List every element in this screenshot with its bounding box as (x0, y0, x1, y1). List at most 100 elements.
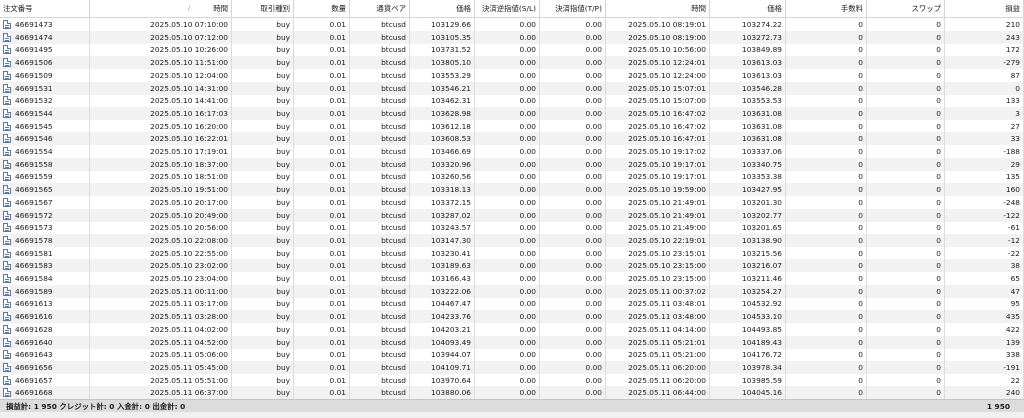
cell-commission: 0 (786, 322, 867, 336)
cell-swap: 0 (867, 208, 945, 222)
cell-profit: 338 (945, 348, 1024, 362)
cell-symbol: btcusd (350, 183, 410, 197)
cell-price_close: 103985.59 (710, 373, 786, 387)
cell-commission: 0 (786, 132, 867, 146)
table-row[interactable]: 46691572 2025.05.10 20:49:00 buy 0.01 btcusd… (0, 208, 1024, 222)
cell-type: buy (232, 145, 294, 158)
order-number: 46691668 (15, 388, 53, 398)
cell-time_close: 2025.05.10 23:15:00 (606, 272, 710, 285)
table-row[interactable]: 46691506 2025.05.10 11:51:00 buy 0.01 btcusd… (0, 56, 1024, 70)
column-header-commission[interactable]: 手数料 (786, 0, 867, 17)
table-row[interactable]: 46691584 2025.05.10 23:04:00 buy 0.01 btcusd… (0, 272, 1024, 285)
cell-commission: 0 (786, 297, 867, 311)
cell-volume: 0.01 (294, 246, 350, 260)
table-row[interactable]: 46691581 2025.05.10 22:55:00 buy 0.01 btcusd… (0, 246, 1024, 260)
document-icon (3, 159, 11, 169)
cell-swap: 0 (867, 297, 945, 311)
column-header-price_close[interactable]: 価格 (710, 0, 786, 17)
table-row[interactable]: 46691473 2025.05.10 07:10:00 buy 0.01 btcusd… (0, 18, 1024, 31)
table-row[interactable]: 46691657 2025.05.11 05:51:00 buy 0.01 btcusd… (0, 373, 1024, 387)
table-row[interactable]: 46691474 2025.05.10 07:12:00 buy 0.01 btcusd… (0, 30, 1024, 44)
cell-profit: 240 (945, 386, 1024, 399)
cell-volume: 0.01 (294, 322, 350, 336)
cell-tp: 0.00 (540, 106, 606, 120)
cell-volume: 0.01 (294, 310, 350, 324)
table-row[interactable]: 46691668 2025.05.11 06:37:00 buy 0.01 btcusd… (0, 386, 1024, 399)
table-row[interactable]: 46691495 2025.05.10 10:26:00 buy 0.01 btcusd… (0, 43, 1024, 57)
column-header-time_close[interactable]: 時間 (606, 0, 710, 17)
cell-tp: 0.00 (540, 81, 606, 95)
document-icon (3, 375, 11, 385)
table-row[interactable]: 46691589 2025.05.11 00:11:00 buy 0.01 btcusd… (0, 284, 1024, 298)
table-row[interactable]: 46691643 2025.05.11 05:06:00 buy 0.01 btcusd… (0, 348, 1024, 362)
column-header-type[interactable]: 取引種別 (232, 0, 294, 17)
cell-price_open: 103731.52 (410, 43, 475, 57)
cell-commission: 0 (786, 94, 867, 108)
cell-tp: 0.00 (540, 297, 606, 311)
cell-time_close: 2025.05.10 22:19:01 (606, 233, 710, 247)
table-row[interactable]: 46691640 2025.05.11 04:52:00 buy 0.01 btcusd… (0, 335, 1024, 349)
cell-symbol: btcusd (350, 30, 410, 44)
cell-sl: 0.00 (475, 233, 540, 247)
cell-symbol: btcusd (350, 335, 410, 349)
cell-tp: 0.00 (540, 386, 606, 399)
cell-swap: 0 (867, 132, 945, 146)
column-header-sl[interactable]: 決済逆指値(S/L) (475, 0, 540, 17)
table-row[interactable]: 46691532 2025.05.10 14:41:00 buy 0.01 btcusd… (0, 94, 1024, 108)
column-header-order[interactable]: 注文番号 (0, 0, 90, 17)
table-row[interactable]: 46691558 2025.05.10 18:37:00 buy 0.01 btcusd… (0, 157, 1024, 171)
column-header-tp[interactable]: 決済指値(T/P) (540, 0, 606, 17)
cell-time_close: 2025.05.10 19:17:01 (606, 157, 710, 171)
cell-swap: 0 (867, 43, 945, 57)
cell-volume: 0.01 (294, 94, 350, 108)
table-row[interactable]: 46691613 2025.05.11 03:17:00 buy 0.01 btcusd… (0, 297, 1024, 311)
column-header-price_open[interactable]: 価格 (410, 0, 475, 17)
column-header-profit[interactable]: 損益 (945, 0, 1024, 17)
column-header-volume[interactable]: 数量 (294, 0, 350, 17)
cell-symbol: btcusd (350, 297, 410, 311)
order-number: 46691554 (15, 147, 53, 156)
table-row[interactable]: 46691583 2025.05.10 23:02:00 buy 0.01 btcusd… (0, 259, 1024, 273)
table-row[interactable]: 46691628 2025.05.11 04:02:00 buy 0.01 btcusd… (0, 322, 1024, 336)
cell-symbol: btcusd (350, 145, 410, 158)
cell-price_close: 103337.06 (710, 145, 786, 158)
history-table[interactable]: 注文番号 時間 取引種別 数量 通貨ペア 価格 決済逆指値(S/L) 決済指値(T/P) 時間価… (0, 0, 1024, 399)
table-row[interactable]: 46691554 2025.05.10 17:19:01 buy 0.01 btcusd… (0, 145, 1024, 158)
order-number: 46691565 (15, 185, 53, 195)
cell-time_open: 2025.05.10 17:19:01 (90, 145, 232, 158)
table-row[interactable]: 46691565 2025.05.10 19:51:00 buy 0.01 btcusd… (0, 183, 1024, 197)
table-row[interactable]: 46691616 2025.05.11 03:28:00 buy 0.01 btcusd… (0, 310, 1024, 324)
order-number: 46691473 (15, 20, 53, 29)
cell-time_close: 2025.05.10 12:24:01 (606, 56, 710, 70)
horizontal-scrollbar[interactable] (0, 412, 1024, 418)
cell-sl: 0.00 (475, 68, 540, 82)
table-row[interactable]: 46691531 2025.05.10 14:31:00 buy 0.01 btcusd… (0, 81, 1024, 95)
table-row[interactable]: 46691559 2025.05.10 18:51:00 buy 0.01 btcusd… (0, 170, 1024, 184)
cell-symbol: btcusd (350, 233, 410, 247)
column-header-symbol[interactable]: 通貨ペア (350, 0, 410, 17)
cell-type: buy (232, 208, 294, 222)
cell-type: buy (232, 297, 294, 311)
cell-profit: 65 (945, 272, 1024, 285)
cell-tp: 0.00 (540, 259, 606, 273)
table-row[interactable]: 46691578 2025.05.10 22:08:00 buy 0.01 btcusd… (0, 233, 1024, 247)
cell-tp: 0.00 (540, 119, 606, 133)
table-row[interactable]: 46691545 2025.05.10 16:20:00 buy 0.01 btcusd… (0, 119, 1024, 133)
table-row[interactable]: 46691544 2025.05.10 16:17:03 buy 0.01 btcusd… (0, 106, 1024, 120)
cell-commission: 0 (786, 18, 867, 31)
table-row[interactable]: 46691567 2025.05.10 20:17:00 buy 0.01 btcusd… (0, 195, 1024, 209)
cell-sl: 0.00 (475, 195, 540, 209)
table-row[interactable]: 46691656 2025.05.11 05:45:00 buy 0.01 btcusd… (0, 360, 1024, 374)
column-header-time_open[interactable]: 時間 (90, 0, 232, 17)
table-row[interactable]: 46691509 2025.05.10 12:04:00 buy 0.01 btcusd… (0, 68, 1024, 82)
cell-price_close: 103340.75 (710, 157, 786, 171)
cell-profit: -61 (945, 221, 1024, 235)
table-row[interactable]: 46691573 2025.05.10 20:56:00 buy 0.01 btcusd… (0, 221, 1024, 235)
cell-swap: 0 (867, 81, 945, 95)
table-row[interactable]: 46691546 2025.05.10 16:22:01 buy 0.01 btcusd… (0, 132, 1024, 146)
cell-commission: 0 (786, 183, 867, 197)
column-header-swap[interactable]: スワップ (867, 0, 945, 17)
cell-time_open: 2025.05.10 20:56:00 (90, 221, 232, 235)
cell-volume: 0.01 (294, 119, 350, 133)
cell-volume: 0.01 (294, 233, 350, 247)
